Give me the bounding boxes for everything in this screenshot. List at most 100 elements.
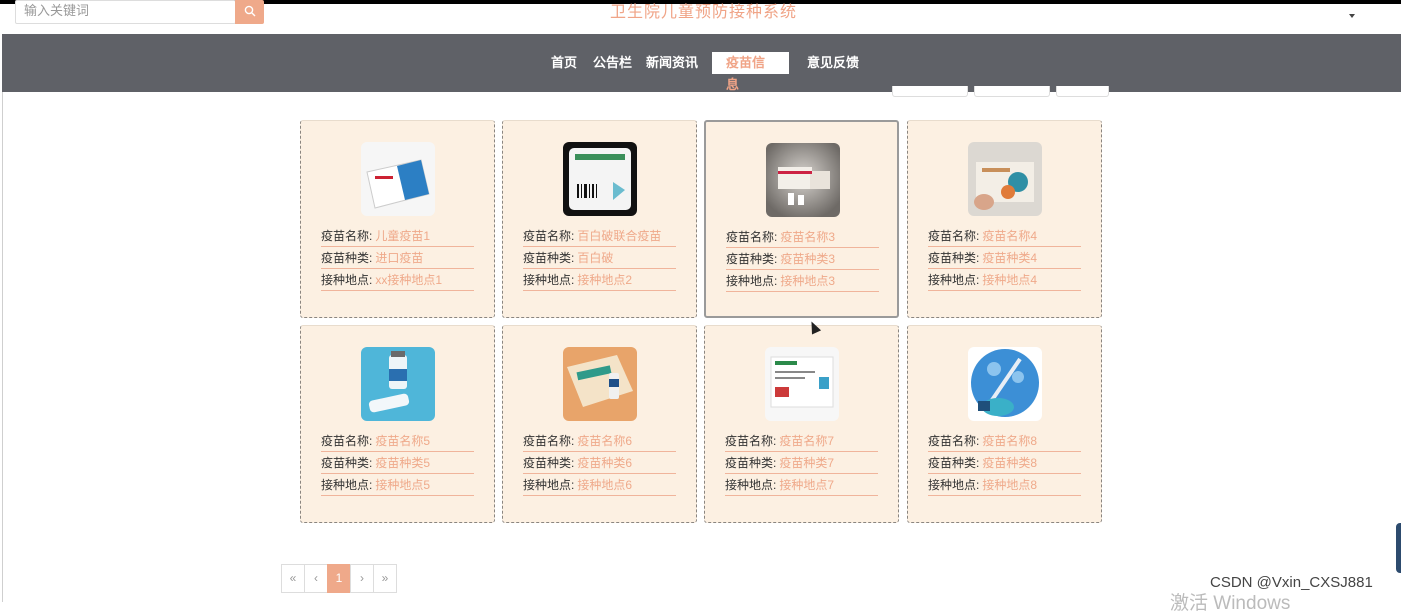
vaccine-place-row: 接种地点: 接种地点8 (928, 474, 1081, 496)
main-nav: 首页 公告栏 新闻资讯 疫苗信息 意见反馈 (2, 34, 1401, 92)
vaccine-place: xx接种地点1 (375, 273, 443, 287)
search-input[interactable]: 输入关键词 (15, 0, 236, 24)
nav-item-vaccine-info[interactable]: 疫苗信息 (712, 52, 789, 92)
field-label: 接种地点: (928, 273, 980, 287)
page-number-button[interactable]: 1 (327, 564, 351, 593)
vaccine-place-row: 接种地点: 接种地点5 (321, 474, 474, 496)
page-first-button[interactable]: « (281, 564, 305, 593)
search-button[interactable] (235, 0, 264, 24)
site-header: 输入关键词 卫生院儿童预防接种系统 (0, 0, 1401, 34)
nav-item-notice[interactable]: 公告栏 (593, 52, 632, 74)
vaccine-name-row: 疫苗名称: 疫苗名称3 (726, 226, 879, 248)
vaccine-name: 疫苗名称8 (982, 434, 1038, 448)
field-label: 疫苗种类: (321, 251, 373, 265)
vaccine-name-row: 疫苗名称: 疫苗名称4 (928, 225, 1081, 247)
field-label: 疫苗名称: (928, 434, 980, 448)
field-label: 疫苗名称: (321, 229, 373, 243)
vaccine-card[interactable]: 疫苗名称: 百白破联合疫苗 疫苗种类: 百白破 接种地点: 接种地点2 (502, 120, 697, 318)
vaccine-card[interactable]: 疫苗名称: 疫苗名称7 疫苗种类: 疫苗种类7 接种地点: 接种地点7 (704, 325, 899, 523)
vaccine-card[interactable]: 疫苗名称: 疫苗名称4 疫苗种类: 疫苗种类4 接种地点: 接种地点4 (907, 120, 1102, 318)
field-label: 疫苗名称: (523, 434, 575, 448)
vaccine-image (563, 142, 637, 216)
site-title: 卫生院儿童预防接种系统 (610, 4, 798, 21)
vaccine-type-row: 疫苗种类: 疫苗种类8 (928, 452, 1081, 474)
field-label: 疫苗名称: (928, 229, 980, 243)
vaccine-image (766, 143, 840, 217)
vaccine-place-row: 接种地点: 接种地点2 (523, 269, 676, 291)
vaccine-name-row: 疫苗名称: 百白破联合疫苗 (523, 225, 676, 247)
vaccine-image (361, 142, 435, 216)
field-label: 疫苗种类: (928, 456, 980, 470)
filter-button[interactable] (892, 86, 968, 97)
vaccine-place: 接种地点4 (982, 273, 1038, 287)
field-label: 疫苗名称: (725, 434, 777, 448)
vaccine-name: 疫苗名称6 (577, 434, 633, 448)
vaccine-place: 接种地点8 (982, 478, 1038, 492)
vaccine-type: 疫苗种类3 (780, 252, 836, 266)
vaccine-place: 接种地点3 (780, 274, 836, 288)
nav-item-home[interactable]: 首页 (551, 52, 577, 74)
vaccine-type: 疫苗种类4 (982, 251, 1038, 265)
vaccine-type: 疫苗种类8 (982, 456, 1038, 470)
vaccine-name: 疫苗名称3 (780, 230, 836, 244)
vaccine-name: 儿童疫苗1 (375, 229, 431, 243)
vaccine-name-row: 疫苗名称: 疫苗名称6 (523, 430, 676, 452)
vaccine-image (361, 347, 435, 421)
field-label: 接种地点: (321, 273, 373, 287)
vaccine-name-row: 疫苗名称: 疫苗名称7 (725, 430, 878, 452)
field-label: 接种地点: (523, 273, 575, 287)
field-label: 疫苗种类: (928, 251, 980, 265)
vaccine-place-row: 接种地点: 接种地点3 (726, 270, 879, 292)
field-label: 疫苗种类: (523, 251, 575, 265)
vaccine-card[interactable]: 疫苗名称: 疫苗名称3 疫苗种类: 疫苗种类3 接种地点: 接种地点3 (704, 120, 899, 318)
chevron-down-icon[interactable] (1349, 14, 1355, 18)
vaccine-place-row: 接种地点: 接种地点6 (523, 474, 676, 496)
field-label: 疫苗名称: (726, 230, 778, 244)
nav-item-news[interactable]: 新闻资讯 (646, 52, 698, 74)
field-label: 疫苗名称: (523, 229, 575, 243)
vaccine-name-row: 疫苗名称: 疫苗名称5 (321, 430, 474, 452)
page-border (2, 92, 3, 602)
vaccine-image (968, 347, 1042, 421)
pagination: « ‹ 1 › » (281, 564, 397, 593)
vaccine-card[interactable]: 疫苗名称: 疫苗名称8 疫苗种类: 疫苗种类8 接种地点: 接种地点8 (907, 325, 1102, 523)
vaccine-card[interactable]: 疫苗名称: 疫苗名称6 疫苗种类: 疫苗种类6 接种地点: 接种地点6 (502, 325, 697, 523)
page-prev-button[interactable]: ‹ (304, 564, 328, 593)
vaccine-type-row: 疫苗种类: 百白破 (523, 247, 676, 269)
vaccine-type-row: 疫苗种类: 疫苗种类3 (726, 248, 879, 270)
nav-item-feedback[interactable]: 意见反馈 (807, 52, 859, 74)
vaccine-name: 疫苗名称5 (375, 434, 431, 448)
vaccine-type: 百白破 (577, 251, 614, 265)
field-label: 接种地点: (523, 478, 575, 492)
vaccine-type-row: 疫苗种类: 疫苗种类4 (928, 247, 1081, 269)
filter-button[interactable] (974, 86, 1050, 97)
vaccine-name: 疫苗名称7 (779, 434, 835, 448)
filter-button[interactable] (1056, 86, 1109, 97)
field-label: 接种地点: (321, 478, 373, 492)
vaccine-card[interactable]: 疫苗名称: 疫苗名称5 疫苗种类: 疫苗种类5 接种地点: 接种地点5 (300, 325, 495, 523)
field-label: 疫苗名称: (321, 434, 373, 448)
side-widget[interactable] (1396, 523, 1401, 573)
search-icon (244, 5, 255, 17)
vaccine-image (765, 347, 839, 421)
vaccine-place: 接种地点6 (577, 478, 633, 492)
vaccine-type: 疫苗种类5 (375, 456, 431, 470)
vaccine-place-row: 接种地点: 接种地点7 (725, 474, 878, 496)
watermark: CSDN @Vxin_CXSJ881 (1210, 574, 1373, 591)
vaccine-place: 接种地点2 (577, 273, 633, 287)
page-last-button[interactable]: » (373, 564, 397, 593)
vaccine-type-row: 疫苗种类: 疫苗种类6 (523, 452, 676, 474)
vaccine-card[interactable]: 疫苗名称: 儿童疫苗1 疫苗种类: 进口疫苗 接种地点: xx接种地点1 (300, 120, 495, 318)
field-label: 接种地点: (928, 478, 980, 492)
vaccine-image (968, 142, 1042, 216)
field-label: 疫苗种类: (321, 456, 373, 470)
field-label: 疫苗种类: (725, 456, 777, 470)
page-next-button[interactable]: › (350, 564, 374, 593)
vaccine-place: 接种地点5 (375, 478, 431, 492)
vaccine-type: 进口疫苗 (375, 251, 424, 265)
field-label: 疫苗种类: (523, 456, 575, 470)
vaccine-image (563, 347, 637, 421)
vaccine-type: 疫苗种类6 (577, 456, 633, 470)
vaccine-type-row: 疫苗种类: 疫苗种类5 (321, 452, 474, 474)
field-label: 接种地点: (726, 274, 778, 288)
